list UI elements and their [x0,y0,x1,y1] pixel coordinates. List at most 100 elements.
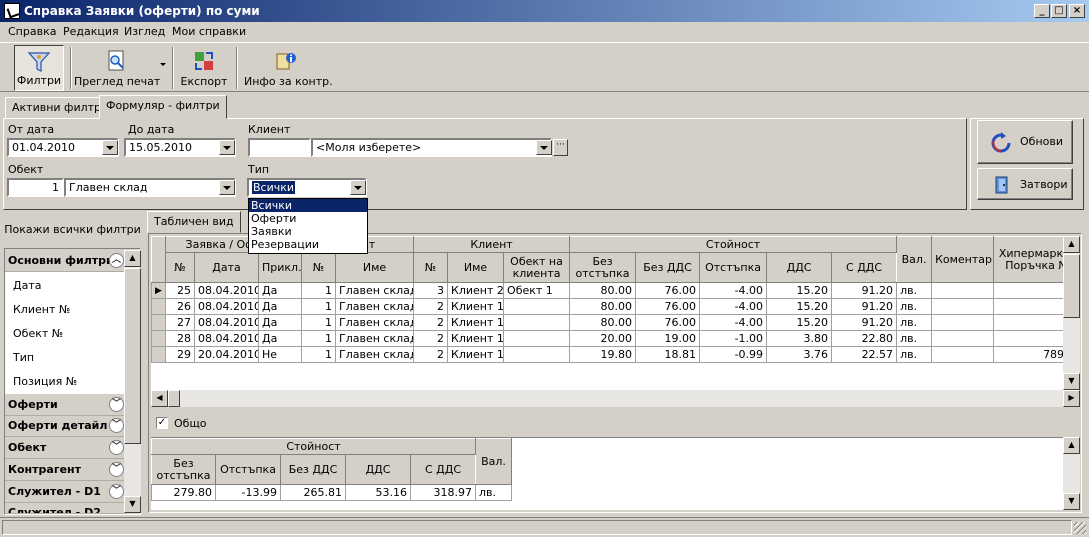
table-cell[interactable]: Клиент 1 [447,314,505,331]
table-cell[interactable]: 3.80 [766,330,833,347]
type-dropdown[interactable] [350,180,366,195]
table-cell[interactable]: лв. [896,282,933,299]
chevron-up-icon[interactable]: ︿ [109,253,124,268]
table-cell[interactable] [993,314,1063,331]
refresh-button[interactable]: Обнови [977,120,1073,164]
table-cell[interactable]: Не [257,346,303,363]
table-cell[interactable]: Да [257,330,303,347]
table-cell[interactable]: 26 [165,298,195,315]
table-cell[interactable]: 25 [165,282,195,299]
col-date[interactable]: Дата [194,252,259,283]
scroll-left-arrow[interactable]: ◀ [151,390,168,407]
filters-scrollbar[interactable]: ▲ ▼ [124,250,141,513]
type-option-all[interactable]: Всички [249,199,367,212]
col-discount[interactable]: Отстъпка [699,252,768,283]
table-row[interactable]: 26 08.04.2010 Да 1 Главен склад 2 Клиент 1 80.0… [151,298,1063,315]
header-comment[interactable]: Коментар [931,236,995,283]
table-cell[interactable]: лв. [896,298,933,315]
table-cell[interactable] [503,298,571,315]
table-cell[interactable]: 22.80 [831,330,898,347]
table-cell[interactable]: -1.00 [699,330,768,347]
from-date-dropdown[interactable] [102,140,118,155]
table-cell[interactable]: 1 [301,314,337,331]
grid-hscrollbar[interactable]: ◀ ▶ [151,390,1080,407]
table-cell[interactable]: Главен склад [335,330,415,347]
filter-group-employee-d1[interactable]: Служител - D1 ﹀ [5,481,126,503]
table-cell[interactable]: Да [257,282,303,299]
filter-item-client-no[interactable]: Клиент № [13,303,70,316]
col-vat[interactable]: ДДС [766,252,833,283]
filter-group-offers[interactable]: Оферти ﹀ [5,394,126,416]
table-row[interactable]: ▶ 25 08.04.2010 Да 1 Главен склад 3 Клиент 2 Обе… [151,282,1063,299]
table-cell[interactable]: Главен склад [335,298,415,315]
table-cell[interactable] [503,314,571,331]
table-cell[interactable]: 2 [413,346,449,363]
tab-form-filters[interactable]: Формуляр - филтри [99,95,227,119]
close-window-button[interactable]: × [1069,4,1085,18]
client-select[interactable]: <Моля изберете> [311,138,552,157]
table-cell[interactable]: 1 [301,330,337,347]
chevron-down-icon[interactable]: ﹀ [109,418,124,433]
totals-col-no-discount[interactable]: Без отстъпка [151,454,216,485]
scroll-up-arrow[interactable]: ▲ [1063,437,1080,454]
header-client[interactable]: Клиент [413,236,571,253]
col-completed[interactable]: Прикл. [257,252,303,283]
menu-my-reports[interactable]: Мои справки [172,25,246,38]
table-cell[interactable]: 08.04.2010 [194,282,259,299]
table-cell[interactable]: лв. [896,330,933,347]
filter-item-date[interactable]: Дата [13,279,41,292]
table-row[interactable]: 27 08.04.2010 Да 1 Главен склад 2 Клиент 1 80.0… [151,314,1063,331]
table-cell[interactable]: Клиент 1 [447,330,505,347]
object-code-field[interactable]: 1 [7,178,64,197]
table-cell[interactable]: Да [257,298,303,315]
scroll-down-arrow[interactable]: ▼ [124,496,141,513]
chevron-down-icon[interactable]: ﹀ [109,484,124,499]
table-row[interactable]: 28 08.04.2010 Да 1 Главен склад 2 Клиент 1 20.0… [151,330,1063,347]
filter-group-offers-detail[interactable]: Оферти детайл ﹀ [5,415,126,437]
type-option-offers[interactable]: Оферти [249,212,367,225]
scroll-thumb[interactable] [1063,254,1080,318]
table-cell[interactable]: 3.76 [766,346,833,363]
info-button[interactable]: Инфо за контр. [244,45,333,91]
col-request-no[interactable]: № [165,252,195,283]
table-cell[interactable]: -0.99 [699,346,768,363]
table-cell[interactable]: 1 [301,282,337,299]
table-cell[interactable]: 20.00 [569,330,637,347]
totals-col-vat[interactable]: ДДС [345,454,411,485]
table-cell[interactable]: 22.57 [831,346,898,363]
scroll-up-arrow[interactable]: ▲ [124,250,141,267]
table-cell[interactable]: 80.00 [569,298,637,315]
table-cell[interactable]: 80.00 [569,314,637,331]
table-cell[interactable]: лв. [896,314,933,331]
table-cell[interactable]: 91.20 [831,282,898,299]
table-cell[interactable]: 15.20 [766,282,833,299]
table-cell[interactable]: 15.20 [766,314,833,331]
table-cell[interactable]: 15.20 [766,298,833,315]
table-cell[interactable]: 19.80 [569,346,637,363]
table-cell[interactable]: -4.00 [699,282,768,299]
title-bar[interactable]: Справка Заявки (оферти) по суми _ □ × [0,0,1089,22]
table-cell[interactable]: Обект 1 [503,282,571,299]
table-cell[interactable]: -4.00 [699,314,768,331]
scroll-thumb[interactable] [124,268,141,444]
filter-group-object[interactable]: Обект ﹀ [5,437,126,459]
table-cell[interactable]: Главен склад [335,282,415,299]
filter-item-object-no[interactable]: Обект № [13,327,63,340]
to-date-dropdown[interactable] [219,140,235,155]
header-hypermarket-order[interactable]: Хипермаркет Поръчка № [993,236,1063,283]
table-cell[interactable]: 80.00 [569,282,637,299]
grid-vscrollbar[interactable]: ▲ ▼ [1063,236,1080,390]
table-cell[interactable] [993,282,1063,299]
table-cell[interactable]: 2 [413,314,449,331]
table-cell[interactable]: Клиент 1 [447,346,505,363]
table-cell[interactable]: Клиент 2 [447,282,505,299]
table-cell[interactable]: 28 [165,330,195,347]
totals-col-with-vat[interactable]: С ДДС [409,454,477,485]
col-client-object[interactable]: Обект на клиента [503,252,571,283]
scroll-thumb[interactable] [168,390,180,407]
table-cell[interactable]: 08.04.2010 [194,298,259,315]
table-cell[interactable]: 1 [301,298,337,315]
table-cell[interactable]: 78999 [993,346,1063,363]
table-cell[interactable]: 76.00 [635,298,701,315]
table-cell[interactable]: 1 [301,346,337,363]
